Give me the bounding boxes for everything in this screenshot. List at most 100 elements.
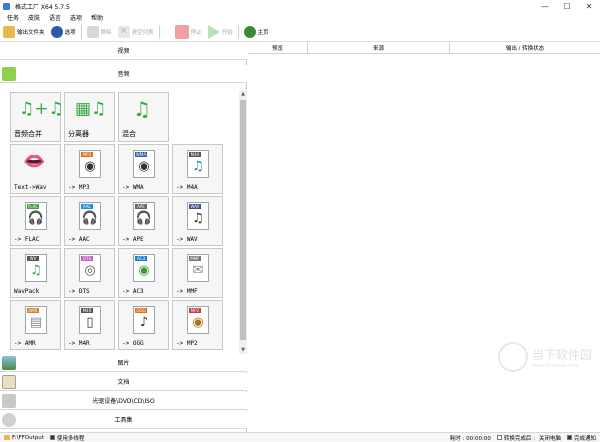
menu-task[interactable]: 任务 — [7, 13, 19, 22]
format-tag: AC3 — [135, 256, 147, 261]
tile-ape[interactable]: APE 🎧 -> APE — [118, 196, 169, 246]
output-folder-status[interactable]: F:\FFOutput — [4, 435, 44, 441]
options-button[interactable]: 选项 — [48, 24, 79, 41]
clear-icon: ✕ — [117, 26, 130, 38]
maximize-button[interactable]: ☐ — [556, 0, 578, 12]
tile-wma[interactable]: WMA ◉ -> WMA — [118, 144, 169, 194]
column-source[interactable]: 来源 — [308, 42, 450, 53]
tile-label: -> MP2 — [176, 340, 198, 347]
tile-m4a[interactable]: M4A ♫ -> M4A — [172, 144, 223, 194]
disc-glyph: ◉ — [138, 263, 150, 278]
start-button[interactable]: 开始 — [205, 24, 236, 41]
tile-audio-merge[interactable]: ♫+♫ 音频合并 — [10, 92, 64, 142]
notify-option[interactable]: 完成通知 — [565, 434, 596, 442]
output-folder-button[interactable]: 输出文件夹 — [0, 24, 48, 41]
menu-help[interactable]: 帮助 — [91, 13, 103, 22]
tile-label: -> MMF — [176, 288, 198, 295]
tile-label: Text->Wav — [14, 184, 47, 191]
tile-label: -> DTS — [68, 288, 90, 295]
ac3-file-icon: AC3 ◉ — [133, 254, 155, 282]
category-rom-device[interactable]: 光驱设备\DVD\CD\ISO — [0, 392, 247, 410]
column-output-status[interactable]: 输出 / 转换状态 — [450, 42, 600, 53]
category-picture[interactable]: 图片 — [0, 354, 247, 372]
category-video-label: 视频 — [117, 48, 130, 55]
multithread-checkbox[interactable] — [49, 435, 55, 440]
tile-mp3[interactable]: MP3 ◉ -> MP3 — [64, 144, 115, 194]
tile-mix[interactable]: ♫ 混合 — [118, 92, 169, 142]
after-convert-checkbox[interactable] — [496, 435, 502, 440]
tile-label: -> APE — [122, 236, 144, 243]
scroll-thumb[interactable] — [240, 100, 246, 340]
output-path: F:\FFOutput — [12, 434, 44, 441]
clear-list-button[interactable]: ✕ 清空列表 — [115, 24, 157, 41]
tile-mp2[interactable]: MP2 ◉ -> MP2 — [172, 300, 223, 350]
options-label: 选项 — [64, 30, 76, 36]
home-button[interactable]: 主页 — [241, 24, 272, 41]
home-label: 主页 — [257, 30, 269, 36]
tile-flac[interactable]: FLAC 🎧 -> FLAC — [10, 196, 61, 246]
menu-options[interactable]: 选项 — [70, 13, 82, 22]
splitter-icon: ▦♫ — [75, 99, 107, 119]
note-glyph: ♫ — [30, 263, 42, 278]
remove-button[interactable]: 移除 — [84, 24, 115, 41]
amr-file-icon: AMR ▤ — [25, 306, 47, 334]
wave-glyph: ▤ — [29, 315, 43, 330]
m4r-file-icon: M4R ▯ — [79, 306, 101, 334]
tiles-scrollbar[interactable]: ▲ ▼ — [239, 90, 247, 354]
close-button[interactable]: ✕ — [578, 0, 600, 12]
minimize-button[interactable]: — — [534, 0, 556, 12]
remove-label: 移除 — [100, 30, 112, 36]
shutdown-option[interactable]: 关闭电脑 — [539, 434, 561, 442]
tile-mmf[interactable]: MMF ✉ -> MMF — [172, 248, 223, 298]
format-tag: WAV — [189, 204, 201, 209]
aac-file-icon: AAC 🎧 — [79, 202, 101, 230]
tile-text-to-wav[interactable]: 👄 Text->Wav — [10, 144, 61, 194]
category-picture-label: 图片 — [117, 360, 130, 367]
tile-aac[interactable]: AAC 🎧 -> AAC — [64, 196, 115, 246]
after-convert-option[interactable]: 转换完成后 : — [495, 434, 535, 442]
menu-skin[interactable]: 皮肤 — [28, 13, 40, 22]
watermark-url: www.downxia.com — [532, 362, 579, 369]
tile-label: -> AC3 — [122, 288, 144, 295]
category-video[interactable]: 视频 — [0, 42, 247, 60]
tile-dts[interactable]: DTS ◎ -> DTS — [64, 248, 115, 298]
audio-tools-grid: ♫+♫ 音频合并 ▦♫ 分离器 ♫ 混合 👄 Text->Wav MP3 ◉ ->… — [0, 90, 239, 354]
folder-icon — [4, 435, 10, 440]
tile-label: -> MP3 — [68, 184, 90, 191]
disc-glyph: ◉ — [84, 159, 96, 174]
tile-ogg[interactable]: OGG ♪ -> OGG — [118, 300, 169, 350]
tile-label: 混合 — [122, 130, 136, 138]
disc-glyph: ◉ — [138, 159, 150, 174]
stop-button[interactable]: 停止 — [172, 24, 205, 41]
tile-wav[interactable]: WAV ♫ -> WAV — [172, 196, 223, 246]
tile-wavpack[interactable]: WV ♫ WavPack — [10, 248, 61, 298]
multithread-option[interactable]: 使用多线程 — [48, 434, 84, 442]
format-tag: MP3 — [81, 152, 93, 157]
menu-language[interactable]: 语言 — [49, 13, 61, 22]
note-glyph: ♪ — [139, 315, 149, 330]
tile-splitter[interactable]: ▦♫ 分离器 — [64, 92, 115, 142]
mmf-file-icon: MMF ✉ — [187, 254, 209, 282]
watermark-logo-icon — [498, 342, 528, 372]
tile-ac3[interactable]: AC3 ◉ -> AC3 — [118, 248, 169, 298]
tile-label: -> FLAC — [14, 236, 40, 243]
column-preview[interactable]: 预览 — [248, 42, 308, 53]
tile-amr[interactable]: AMR ▤ -> AMR — [10, 300, 61, 350]
category-document[interactable]: 文档 — [0, 373, 247, 391]
mix-icon: ♫ — [133, 97, 151, 121]
headphones-glyph: 🎧 — [81, 211, 99, 226]
mp3-file-icon: MP3 ◉ — [79, 150, 101, 178]
format-tag: WMA — [135, 152, 147, 157]
format-tag: APE — [135, 204, 147, 209]
scroll-up-arrow[interactable]: ▲ — [239, 90, 247, 98]
category-document-label: 文档 — [117, 379, 130, 386]
notify-checkbox[interactable] — [566, 435, 572, 440]
mp2-file-icon: MP2 ◉ — [187, 306, 209, 334]
category-audio[interactable]: 音频 — [0, 65, 247, 83]
category-tools[interactable]: 工具集 — [0, 411, 247, 429]
category-panel: 视频 音频 ♫+♫ 音频合并 ▦♫ 分离器 ♫ 混合 👄 Text->Wav M… — [0, 42, 247, 432]
scroll-down-arrow[interactable]: ▼ — [239, 346, 247, 354]
status-bar: F:\FFOutput 使用多线程 耗时 : 00:00:00 转换完成后 : … — [0, 432, 600, 442]
tile-label: -> OGG — [122, 340, 144, 347]
tile-m4r[interactable]: M4R ▯ -> M4R — [64, 300, 115, 350]
